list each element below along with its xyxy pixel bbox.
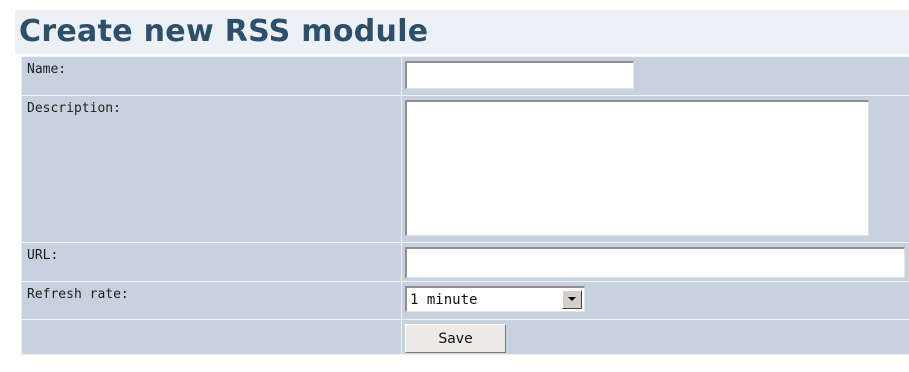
refresh-rate-label: Refresh rate:	[21, 281, 402, 320]
form-row-actions: Save	[21, 319, 909, 355]
form-row-name: Name:	[21, 56, 909, 96]
empty-label-cell	[21, 319, 402, 355]
form-row-url: URL:	[21, 242, 909, 282]
url-input[interactable]	[405, 247, 905, 278]
form-row-description: Description:	[21, 95, 909, 243]
refresh-rate-cell: 1 minute	[401, 281, 909, 320]
form-row-refresh-rate: Refresh rate: 1 minute	[21, 281, 909, 320]
name-cell	[401, 56, 909, 96]
clipped-header-remnant	[0, 0, 909, 10]
refresh-rate-value: 1 minute	[410, 292, 478, 308]
name-label: Name:	[21, 56, 402, 96]
url-label: URL:	[21, 242, 402, 282]
page-header: Create new RSS module	[15, 10, 909, 54]
actions-cell: Save	[401, 319, 909, 355]
description-cell	[401, 95, 909, 243]
save-button[interactable]: Save	[405, 324, 506, 353]
refresh-rate-select[interactable]: 1 minute	[405, 286, 585, 312]
chevron-down-icon[interactable]	[562, 290, 582, 309]
description-label: Description:	[21, 95, 402, 243]
url-cell	[401, 242, 909, 282]
name-input[interactable]	[405, 61, 634, 89]
description-textarea[interactable]	[405, 100, 869, 236]
rss-module-form: Name: Description: URL: Refresh rate: 1 …	[21, 56, 909, 355]
page-title: Create new RSS module	[19, 14, 429, 49]
